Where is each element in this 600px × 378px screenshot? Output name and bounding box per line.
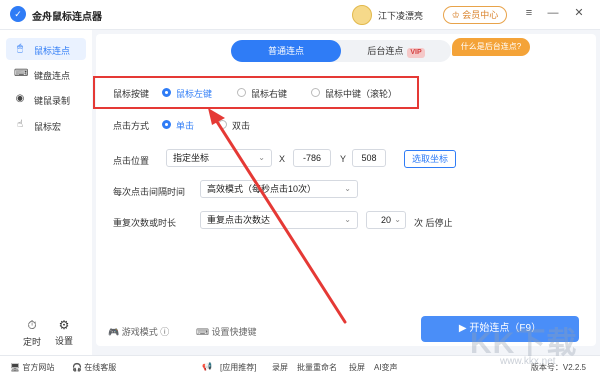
repeat-suffix: 次 后停止 xyxy=(414,218,453,228)
interval-select-value: 高效模式（每秒点击10次） xyxy=(207,184,317,194)
recommend-link-record[interactable]: 录屏 xyxy=(272,362,288,373)
repeat-select-value: 重复点击次数达 xyxy=(207,215,271,225)
sidebar-item-label: 鼠标连点 xyxy=(34,46,71,56)
repeat-count-value: 20 xyxy=(380,215,391,225)
stepper-icon[interactable]: ⌄ xyxy=(394,212,401,228)
watermark-url: www.kkx.net xyxy=(500,356,556,367)
sidebar: 🖱 鼠标连点 ⌨ 键盘连点 ◉ 键鼠录制 ☝ 鼠标宏 ⏱ 定时 ⚙ 设置 xyxy=(0,30,92,355)
online-service-link[interactable]: 🎧 在线客服 xyxy=(72,362,116,373)
timer-label: 定时 xyxy=(22,337,41,347)
help-icon[interactable]: ⓘ xyxy=(160,327,169,337)
mouse-icon: 🖱 xyxy=(17,43,23,54)
app-logo-icon: ✓ xyxy=(10,6,26,22)
settings-icon: ⚙ xyxy=(58,318,70,332)
avatar[interactable] xyxy=(352,5,372,25)
x-label: X xyxy=(279,154,286,164)
settings-label: 设置 xyxy=(54,336,73,346)
sidebar-item-label: 键盘连点 xyxy=(34,71,71,81)
title-bar: ✓ 金舟鼠标连点器 江下凌漂亮 ♔ 会员中心 ≡ — ✕ xyxy=(0,0,600,30)
repeat-label: 重复次数或时长 xyxy=(113,218,177,228)
user-name[interactable]: 江下凌漂亮 xyxy=(378,9,423,22)
shortcut-setting-link[interactable]: ⌨ 设置快捷键 xyxy=(196,325,257,338)
vip-badge: VIP xyxy=(407,48,425,58)
settings-button[interactable]: ⚙ 设置 xyxy=(48,318,80,347)
tab-normal-click[interactable]: 普通连点 xyxy=(231,40,341,62)
mode-tabs: 普通连点 后台连点 VIP xyxy=(231,40,451,62)
timer-icon: ⏱ xyxy=(27,318,37,332)
member-center-label: 会员中心 xyxy=(462,10,499,20)
shortcut-icon: ⌨ xyxy=(196,327,209,337)
repeat-select[interactable]: 重复点击次数达 ⌄ xyxy=(200,211,358,229)
app-title: 金舟鼠标连点器 xyxy=(32,12,102,23)
play-icon: ▶ xyxy=(458,323,467,334)
game-mode-label: 游戏模式 xyxy=(121,327,158,337)
tab-background-label: 后台连点 xyxy=(367,46,404,56)
headset-icon: 🎧 xyxy=(72,363,82,372)
hand-icon: ☝ xyxy=(16,119,24,130)
speaker-icon: 📢 xyxy=(202,362,212,371)
interval-select[interactable]: 高效模式（每秒点击10次） ⌄ xyxy=(200,180,358,198)
record-icon: ◉ xyxy=(15,93,25,104)
timer-button[interactable]: ⏱ 定时 xyxy=(16,318,48,348)
sidebar-item-mouse-macro[interactable]: ☝ 鼠标宏 xyxy=(6,114,86,136)
sidebar-item-label: 键鼠录制 xyxy=(34,96,71,106)
annotation-highlight-box xyxy=(93,76,419,109)
y-label: Y xyxy=(340,154,347,164)
chevron-down-icon: ⌄ xyxy=(258,153,265,162)
radio-double-label[interactable]: 双击 xyxy=(232,119,250,132)
minimize-icon[interactable]: — xyxy=(546,6,560,20)
official-site-label: 官方网站 xyxy=(22,363,55,372)
chevron-down-icon: ⌄ xyxy=(344,215,351,224)
monitor-icon: 🖥 xyxy=(10,363,21,372)
recommend-link-cast[interactable]: 投屏 xyxy=(349,362,365,373)
chevron-down-icon: ⌄ xyxy=(344,184,351,193)
sidebar-item-mouse-click[interactable]: 🖱 鼠标连点 xyxy=(6,38,86,60)
position-select-value: 指定坐标 xyxy=(173,153,210,163)
click-position-label: 点击位置 xyxy=(113,156,150,166)
menu-icon[interactable]: ≡ xyxy=(522,6,536,20)
gamepad-icon: 🎮 xyxy=(108,327,120,337)
tab-background-click[interactable]: 后台连点 VIP xyxy=(341,40,451,62)
radio-single-click[interactable] xyxy=(162,120,171,129)
radio-single-label[interactable]: 单击 xyxy=(176,119,194,132)
app-recommend-label: [应用推荐] xyxy=(220,363,257,372)
x-coordinate-input[interactable]: -786 xyxy=(293,149,331,167)
sidebar-item-label: 鼠标宏 xyxy=(34,122,62,132)
game-mode-toggle[interactable]: 🎮 游戏模式 ⓘ xyxy=(108,325,169,338)
sidebar-item-record[interactable]: ◉ 键鼠录制 xyxy=(6,88,86,110)
shortcut-label: 设置快捷键 xyxy=(211,327,257,337)
close-icon[interactable]: ✕ xyxy=(572,6,586,20)
y-coordinate-input[interactable]: 508 xyxy=(352,149,386,167)
official-site-link[interactable]: 🖥 官方网站 xyxy=(10,362,54,373)
keyboard-icon: ⌨ xyxy=(14,68,29,79)
recommend-link-voice[interactable]: AI变声 xyxy=(374,362,398,373)
sidebar-item-keyboard-click[interactable]: ⌨ 键盘连点 xyxy=(6,63,86,85)
online-service-label: 在线客服 xyxy=(84,363,117,372)
crown-icon: ♔ xyxy=(451,10,460,20)
position-select[interactable]: 指定坐标 ⌄ xyxy=(166,149,272,167)
watermark: KK下载 www.kkx.net xyxy=(470,318,595,373)
click-mode-label: 点击方式 xyxy=(113,121,150,131)
pick-coordinate-button[interactable]: 选取坐标 xyxy=(404,150,456,168)
member-center-button[interactable]: ♔ 会员中心 xyxy=(443,6,507,24)
radio-double-click[interactable] xyxy=(218,120,227,129)
recommend-link-rename[interactable]: 批量重命名 xyxy=(297,362,337,373)
interval-label: 每次点击间隔时间 xyxy=(113,187,186,197)
what-is-background-link[interactable]: 什么是后台连点? xyxy=(452,38,530,56)
repeat-count-input[interactable]: 20 ⌄ xyxy=(366,211,406,229)
